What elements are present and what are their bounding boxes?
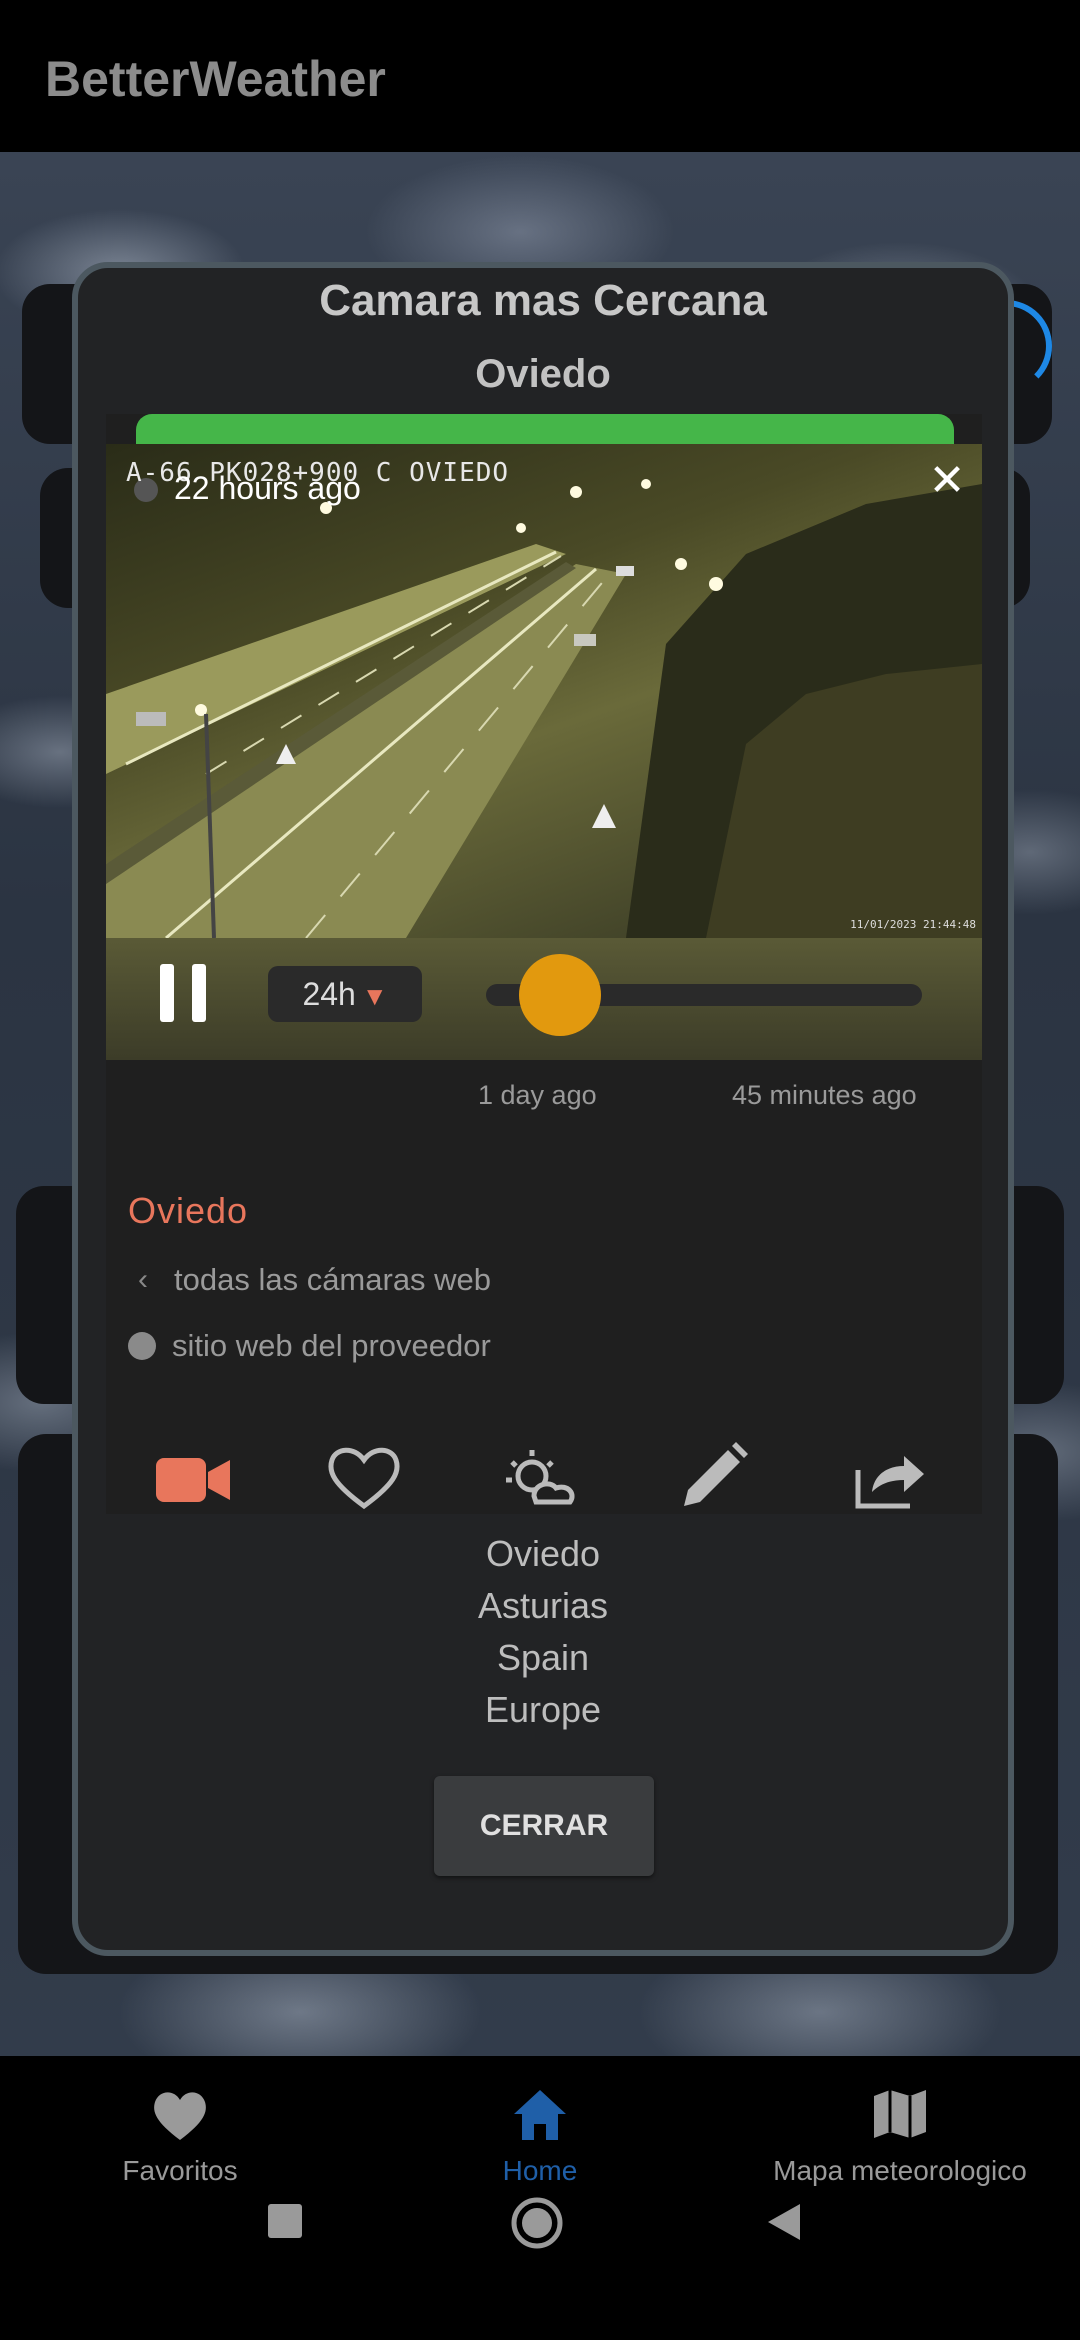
home-icon [514,2090,566,2140]
player-controls: 24h ▼ [106,938,982,1060]
webcam-player[interactable]: A-66 PK028+900 C OVIEDO 22 hours ago ✕ 1… [106,444,982,1060]
time-range-value: 24h [302,976,356,1012]
timeline-start-label: 1 day ago [478,1080,597,1110]
chevron-left-icon: ‹ [138,1263,148,1296]
video-camera-icon[interactable] [154,1436,234,1514]
heart-icon [154,2092,206,2140]
nav-label: Mapa meteorologico [773,2155,1027,2186]
webcam-image: A-66 PK028+900 C OVIEDO 22 hours ago ✕ 1… [106,444,982,938]
chevron-down-icon: ▼ [361,981,388,1011]
square-icon [268,2204,302,2238]
dialog-title: Camara mas Cercana [319,276,767,325]
map-icon [874,2090,926,2138]
widget-header-bar [136,414,954,448]
globe-icon [128,1332,156,1360]
location-hierarchy: Oviedo Asturias Spain Europe [78,1528,1008,1736]
time-range-select[interactable]: 24h ▼ [268,966,422,1022]
nav-item-home[interactable]: Home [440,2086,640,2187]
nav-label: Home [502,2155,578,2186]
app-bar: BetterWeather [0,0,1080,152]
back-triangle-icon [768,2204,800,2240]
close-button[interactable]: CERRAR [434,1776,654,1876]
location-continent: Europe [484,1689,602,1730]
location-country: Spain [496,1637,590,1678]
weather-icon[interactable] [498,1436,578,1514]
nav-item-mapa[interactable]: Mapa meteorologico [760,2086,1040,2187]
recents-button[interactable] [266,2202,304,2245]
pencil-icon[interactable] [674,1436,754,1514]
back-button[interactable] [764,2202,804,2247]
share-icon[interactable] [850,1436,930,1514]
camera-timestamp: 11/01/2023 21:44:48 [850,918,976,931]
heart-icon[interactable] [324,1436,404,1514]
timeline-end-label: 45 minutes ago [732,1080,917,1110]
nav-item-favoritos[interactable]: Favoritos [80,2086,280,2187]
home-system-button[interactable] [510,2196,564,2255]
location-city: Oviedo [485,1533,601,1574]
app-title: BetterWeather [45,51,386,107]
all-webcams-label: todas las cámaras web [174,1262,492,1297]
nearest-camera-dialog: Camara mas Cercana Oviedo A-66 PK028+900… [72,262,1014,1956]
provider-site-label: sitio web del proveedor [172,1328,491,1363]
time-ago-label: 22 hours ago [174,470,361,506]
circle-icon [511,2197,563,2249]
dialog-subtitle: Oviedo [475,352,611,396]
location-title: Oviedo [128,1190,249,1231]
provider-site-link[interactable]: sitio web del proveedor [128,1328,491,1364]
close-icon[interactable]: ✕ [924,458,970,504]
timeline-slider-knob[interactable] [519,954,602,1036]
all-webcams-link[interactable]: ‹ todas las cámaras web [128,1262,491,1298]
widget-tab-bar [106,1424,982,1514]
location-region: Asturias [477,1585,609,1626]
pause-icon[interactable] [158,964,206,1022]
webcam-widget: A-66 PK028+900 C OVIEDO 22 hours ago ✕ 1… [106,414,982,1514]
nav-label: Favoritos [122,2155,238,2186]
